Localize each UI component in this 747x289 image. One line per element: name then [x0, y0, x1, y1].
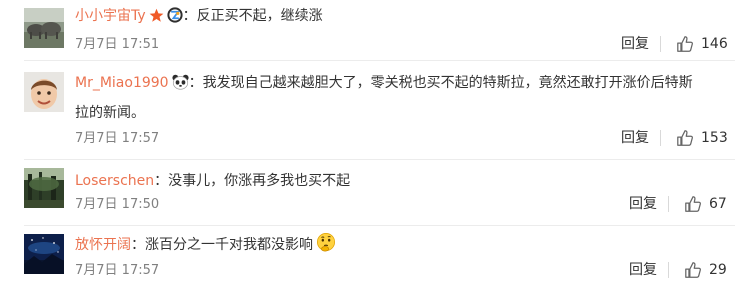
avatar[interactable]	[24, 234, 64, 274]
comment-colon: ：	[131, 237, 145, 253]
comment-text: 没事儿，你涨再多我也买不起	[168, 173, 351, 189]
thinking-emoji-icon	[316, 232, 336, 252]
thumbs-up-icon	[676, 129, 694, 147]
username-link[interactable]: 放怀开阔	[75, 237, 131, 253]
comment-colon: ：	[188, 75, 203, 91]
reply-button[interactable]: 回复	[621, 35, 649, 53]
like-count: 153	[701, 130, 728, 146]
like-button[interactable]: 146	[676, 35, 728, 53]
reply-button[interactable]: 回复	[629, 261, 657, 279]
action-divider	[668, 196, 669, 212]
thumbs-up-icon	[684, 195, 702, 213]
star-icon	[149, 8, 164, 23]
comment-text: 我发现自己越来越胆大了，零关税也买不起的特斯拉，竟然还敢打开涨价后特斯	[202, 75, 693, 91]
thumbs-up-icon	[684, 261, 702, 279]
comment-text: 反正买不起，继续涨	[196, 8, 323, 24]
username-link[interactable]: Mr_Miao1990	[75, 75, 169, 91]
comment-timestamp: 7月7日 17:51	[75, 37, 160, 52]
like-count: 146	[701, 36, 728, 52]
like-button[interactable]: 29	[684, 261, 727, 279]
panda-emoji-icon	[172, 74, 189, 90]
comment-item: 放怀开阔：涨百分之一千对我都没影响 7月7日 17:57 回复 29	[0, 226, 747, 289]
like-button[interactable]: 153	[676, 129, 728, 147]
thumbs-up-icon	[676, 35, 694, 53]
comment-item: Loserschen：没事儿，你涨再多我也买不起 7月7日 17:50 回复 6…	[0, 160, 747, 226]
member-badge-icon	[167, 7, 183, 23]
like-count: 29	[709, 262, 727, 278]
avatar[interactable]	[24, 168, 64, 208]
comment-colon: ：	[182, 8, 197, 24]
reply-button[interactable]: 回复	[621, 129, 649, 147]
comment-timestamp: 7月7日 17:57	[75, 263, 160, 278]
comment-text: 涨百分之一千对我都没影响	[145, 237, 313, 253]
avatar[interactable]	[24, 72, 64, 112]
action-divider	[668, 262, 669, 278]
like-button[interactable]: 67	[684, 195, 727, 213]
comment-colon: ：	[154, 173, 169, 189]
username-link[interactable]: 小小宇宙Ty	[75, 8, 146, 24]
avatar[interactable]	[24, 8, 64, 48]
comment-item: Mr_Miao1990 ：我发现自己越来越胆大了，零关税也买不起的特斯拉，竟然还敢…	[0, 61, 747, 160]
like-count: 67	[709, 196, 727, 212]
comment-timestamp: 7月7日 17:57	[75, 131, 160, 146]
comment-text-continued: 拉的新闻。	[75, 105, 145, 121]
username-link[interactable]: Loserschen	[75, 173, 154, 189]
reply-button[interactable]: 回复	[629, 195, 657, 213]
action-divider	[660, 36, 661, 52]
action-divider	[660, 130, 661, 146]
comment-item: 小小宇宙Ty ：反正买不起，继续涨 7月7日 17:51 回复 146	[0, 0, 747, 61]
comment-timestamp: 7月7日 17:50	[75, 197, 160, 212]
